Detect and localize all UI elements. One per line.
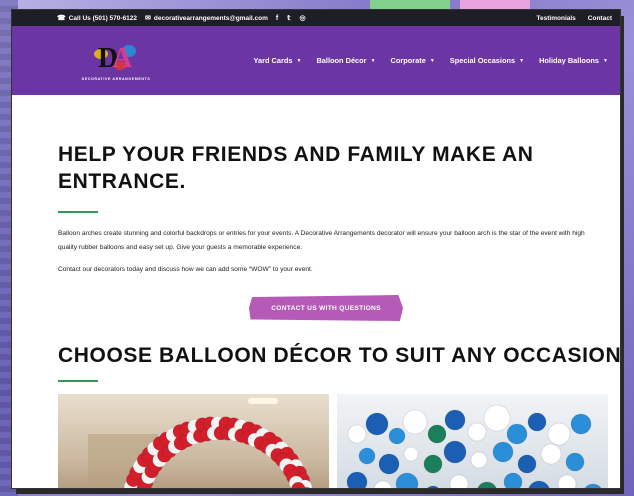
cta-container: CONTACT US WITH QUESTIONS [58, 295, 594, 321]
balloon [423, 454, 443, 474]
balloon-garland-photo-blue-white[interactable] [337, 394, 608, 488]
balloon [449, 474, 469, 488]
phone-contact[interactable]: ☎ Call Us (501) 570-6122 [57, 14, 138, 23]
contact-us-button[interactable]: CONTACT US WITH QUESTIONS [249, 295, 403, 321]
balloon [506, 423, 528, 445]
balloon [565, 452, 585, 472]
top-bar: ☎ Call Us (501) 570-6122 ✉ decorativearr… [12, 10, 620, 26]
chevron-down-icon: ▼ [519, 57, 525, 64]
email-contact[interactable]: ✉ decorativearrangements@gmail.com [145, 14, 268, 23]
nav-item-special-occasions[interactable]: Special Occasions ▼ [450, 56, 524, 65]
balloon [388, 427, 406, 445]
balloon-arch-graphic [123, 416, 313, 488]
nav-item-label: Yard Cards [253, 56, 293, 65]
balloon [378, 453, 400, 475]
nav-item-yard-cards[interactable]: Yard Cards ▼ [253, 56, 301, 65]
twitter-icon[interactable]: 𝕥 [287, 14, 290, 22]
balloon [570, 413, 592, 435]
chevron-down-icon: ▼ [370, 57, 376, 64]
heading-divider [58, 211, 98, 213]
intro-paragraph: Balloon arches create stunning and color… [58, 230, 585, 251]
balloon [528, 480, 550, 488]
main-content: HELP YOUR FRIENDS AND FAMILY MAKE AN ENT… [12, 141, 620, 488]
balloon [547, 422, 571, 446]
balloon [403, 446, 419, 462]
balloon [584, 483, 602, 488]
balloon [557, 474, 577, 488]
logo-text: DECORATIVE ARRANGEMENTS [81, 76, 151, 81]
nav-item-label: Special Occasions [449, 56, 516, 65]
balloon [540, 443, 562, 465]
balloon [467, 422, 487, 442]
phone-icon: ☎ [57, 15, 66, 22]
photo-gallery [58, 394, 620, 488]
balloon [373, 480, 393, 488]
balloon [395, 472, 419, 488]
balloon [517, 454, 537, 474]
nav-item-label: Holiday Balloons [539, 56, 600, 65]
contact-paragraph: Contact our decorators today and discuss… [58, 266, 313, 273]
nav-item-holiday-balloons[interactable]: Holiday Balloons ▼ [539, 56, 608, 65]
logo-mark: D A [94, 41, 138, 75]
instagram-icon[interactable]: ◎ [300, 14, 306, 22]
balloon [358, 447, 376, 465]
balloon [527, 412, 547, 432]
balloon [347, 424, 367, 444]
main-navigation: D A DECORATIVE ARRANGEMENTS Yard Cards ▼… [12, 26, 620, 95]
facebook-icon[interactable]: f [276, 15, 278, 22]
nav-item-balloon-decor[interactable]: Balloon Décor ▼ [316, 56, 375, 65]
site-logo[interactable]: D A DECORATIVE ARRANGEMENTS [72, 34, 160, 88]
balloon [365, 412, 389, 436]
page-heading: HELP YOUR FRIENDS AND FAMILY MAKE AN ENT… [58, 143, 534, 193]
nav-item-label: Balloon Décor [316, 56, 367, 65]
balloon [444, 409, 466, 431]
chevron-down-icon: ▼ [603, 57, 608, 64]
email-text: decorativearrangements@gmail.com [153, 14, 268, 22]
chevron-down-icon: ▼ [429, 57, 435, 64]
balloon [470, 451, 488, 469]
chevron-down-icon: ▼ [296, 57, 302, 64]
balloon [492, 441, 514, 463]
balloon [503, 472, 523, 488]
phone-text: Call Us (501) 570-6122 [68, 14, 138, 22]
nav-item-corporate[interactable]: Corporate ▼ [391, 56, 435, 65]
balloon [426, 485, 440, 488]
testimonials-link[interactable]: Testimonials [537, 15, 576, 22]
balloon-garland-graphic [346, 404, 602, 488]
contact-link[interactable]: Contact [588, 15, 612, 22]
balloon [427, 424, 447, 444]
balloon [346, 471, 368, 488]
balloon [477, 481, 497, 488]
balloon-arch-photo-red-white[interactable] [58, 394, 329, 488]
nav-menu: Yard Cards ▼ Balloon Décor ▼ Corporate ▼… [160, 56, 608, 65]
envelope-icon: ✉ [145, 15, 151, 22]
browser-screenshot: ☎ Call Us (501) 570-6122 ✉ decorativearr… [12, 10, 620, 488]
balloon [443, 440, 467, 464]
balloon [402, 409, 428, 435]
nav-item-label: Corporate [390, 56, 426, 65]
section-heading: CHOOSE BALLOON DÉCOR TO SUIT ANY OCCASIO… [58, 344, 620, 367]
balloon [483, 404, 511, 432]
section-divider [58, 380, 98, 382]
